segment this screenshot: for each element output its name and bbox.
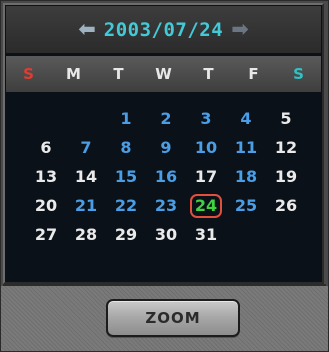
- day-number: 20: [34, 196, 58, 215]
- day-cell-empty: [66, 104, 106, 133]
- day-cell[interactable]: 4: [226, 104, 266, 133]
- day-cell[interactable]: 29: [106, 220, 146, 249]
- zoom-button[interactable]: ZOOM: [106, 299, 240, 337]
- day-cell[interactable]: 19: [266, 162, 306, 191]
- day-cell[interactable]: 14: [66, 162, 106, 191]
- day-cell[interactable]: 8: [106, 133, 146, 162]
- day-cell[interactable]: 21: [66, 191, 106, 220]
- day-number: 16: [154, 167, 178, 186]
- day-cell-selected[interactable]: 24: [186, 191, 226, 220]
- day-cell[interactable]: 10: [186, 133, 226, 162]
- day-number: 25: [234, 196, 258, 215]
- day-cell[interactable]: 5: [266, 104, 306, 133]
- day-cell[interactable]: 2: [146, 104, 186, 133]
- day-number: 21: [74, 196, 98, 215]
- day-number: 8: [120, 138, 132, 157]
- day-cell[interactable]: 12: [266, 133, 306, 162]
- day-number: 15: [114, 167, 138, 186]
- day-number: 31: [194, 225, 218, 244]
- day-number: 18: [234, 167, 258, 186]
- day-cell[interactable]: 16: [146, 162, 186, 191]
- prev-arrow-icon[interactable]: ⬅: [78, 19, 96, 40]
- day-cell[interactable]: 31: [186, 220, 226, 249]
- day-cell[interactable]: 6: [26, 133, 66, 162]
- day-number: 19: [274, 167, 298, 186]
- day-number: 11: [234, 138, 258, 157]
- day-cell[interactable]: 25: [226, 191, 266, 220]
- day-number: 14: [74, 167, 98, 186]
- day-number: 26: [274, 196, 298, 215]
- weekday-header: SMTWTFS: [6, 56, 321, 92]
- next-arrow-icon[interactable]: ➡: [231, 19, 249, 40]
- day-cell[interactable]: 26: [266, 191, 306, 220]
- day-number: 10: [194, 138, 218, 157]
- weekday-label: T: [203, 65, 214, 83]
- day-cell-empty: [226, 220, 266, 249]
- day-cell[interactable]: 7: [66, 133, 106, 162]
- day-cell[interactable]: 11: [226, 133, 266, 162]
- day-number: 9: [160, 138, 172, 157]
- weekday-label: M: [66, 65, 81, 83]
- day-number: 2: [160, 109, 172, 128]
- day-cell[interactable]: 17: [186, 162, 226, 191]
- day-cell[interactable]: 30: [146, 220, 186, 249]
- day-cell[interactable]: 3: [186, 104, 226, 133]
- day-number: 17: [194, 167, 218, 186]
- day-number: 13: [34, 167, 58, 186]
- day-number: 3: [200, 109, 212, 128]
- day-cell-empty: [26, 104, 66, 133]
- day-number: 12: [274, 138, 298, 157]
- day-number: 4: [240, 109, 252, 128]
- day-number: 6: [40, 138, 52, 157]
- weekday-label: T: [113, 65, 124, 83]
- day-cell-empty: [266, 220, 306, 249]
- zoom-button-label: ZOOM: [145, 309, 201, 327]
- day-number: 28: [74, 225, 98, 244]
- day-number: 24: [189, 193, 223, 218]
- day-cell[interactable]: 28: [66, 220, 106, 249]
- weekday-label: S: [293, 65, 304, 83]
- day-number: 1: [120, 109, 132, 128]
- day-cell[interactable]: 20: [26, 191, 66, 220]
- day-number: 27: [34, 225, 58, 244]
- day-cell[interactable]: 27: [26, 220, 66, 249]
- weekday-label: W: [155, 65, 172, 83]
- day-cell[interactable]: 18: [226, 162, 266, 191]
- day-cell[interactable]: 23: [146, 191, 186, 220]
- month-header: ⬅ 2003/07/24 ➡: [6, 6, 321, 54]
- day-cell[interactable]: 13: [26, 162, 66, 191]
- day-number: 29: [114, 225, 138, 244]
- day-number: 30: [154, 225, 178, 244]
- day-number: 22: [114, 196, 138, 215]
- day-number: 7: [80, 138, 92, 157]
- day-number: 23: [154, 196, 178, 215]
- day-cell[interactable]: 22: [106, 191, 146, 220]
- day-cell[interactable]: 1: [106, 104, 146, 133]
- day-cell[interactable]: 15: [106, 162, 146, 191]
- date-title: 2003/07/24: [103, 18, 224, 41]
- weekday-label: F: [248, 65, 259, 83]
- day-number: 5: [280, 109, 292, 128]
- day-grid: 1 2 3 4 5 6 7 8 9 10 11 12 13 14 15 16 17 18 19 20 21 22 23 24 2…: [26, 104, 306, 249]
- day-cell[interactable]: 9: [146, 133, 186, 162]
- weekday-label: S: [23, 65, 34, 83]
